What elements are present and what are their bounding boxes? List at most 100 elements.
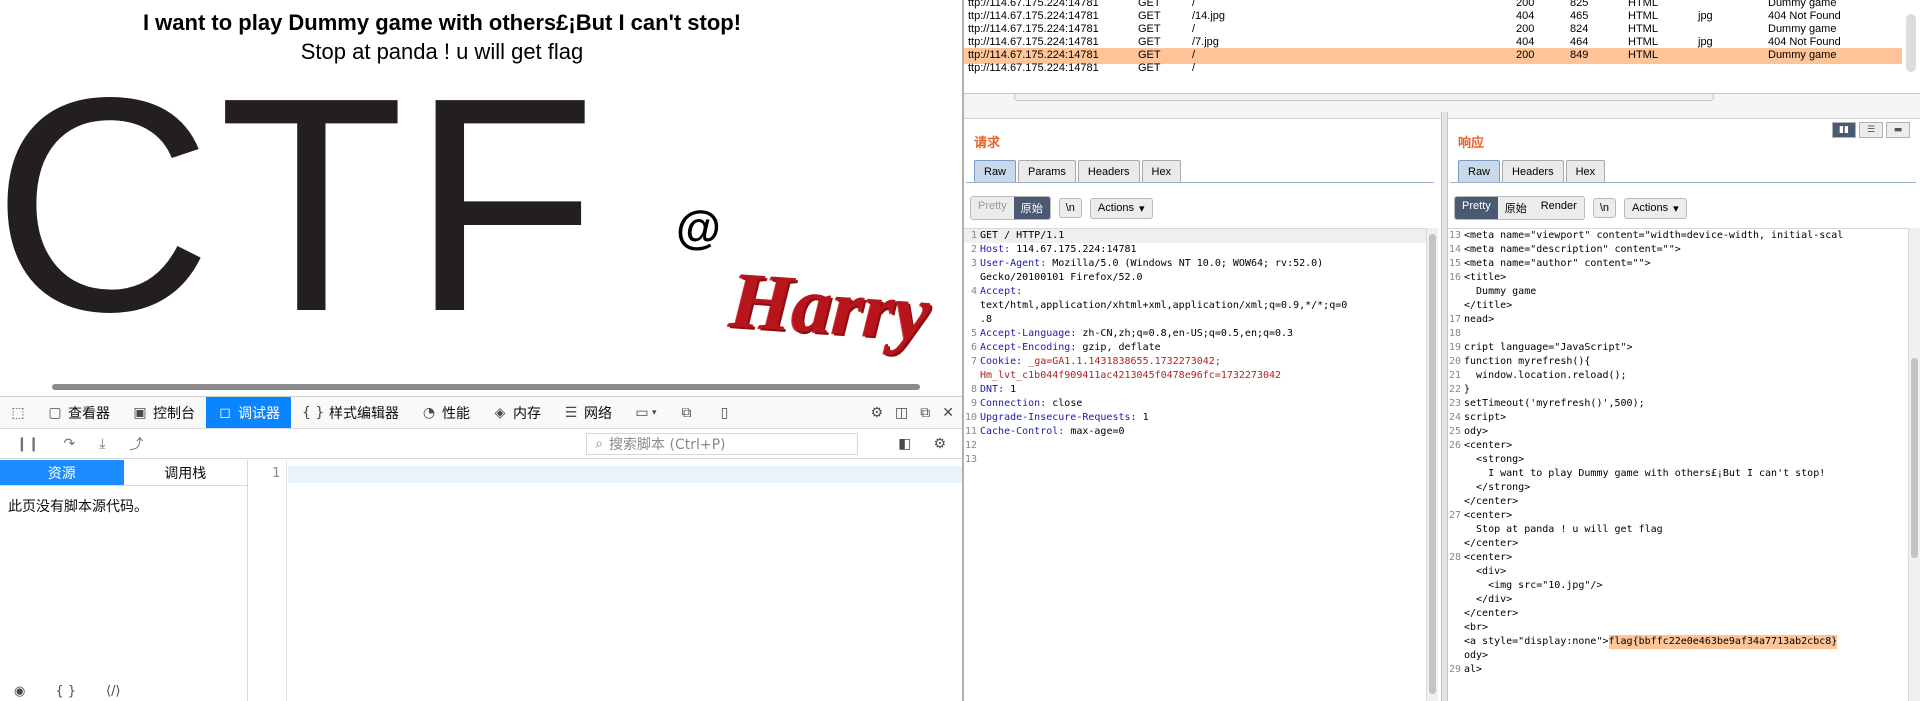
tab-memory[interactable]: ◈ 内存 [481,397,552,428]
tab-label: 性能 [442,405,470,422]
response-tab-underline [1450,182,1916,183]
response-line: ody> [1448,649,1908,663]
request-scroll-thumb[interactable] [1429,234,1436,694]
tab-label: 控制台 [153,405,195,422]
dock-side-icon[interactable]: ◫ [895,405,908,421]
response-line-text: <div> [1464,566,1507,577]
request-tab-headers[interactable]: Headers [1077,160,1140,182]
response-actions-button[interactable]: Actions ▾ [1624,197,1687,219]
request-newline-button[interactable]: \n [1058,198,1082,218]
request-editor[interactable]: 1 GET / HTTP/1.1 2 Host: 114.67.175.224:147… [964,228,1426,701]
sources-footer: ◉ { } ⟨/⟩ [0,681,248,701]
tab-callstack[interactable]: 调用栈 [124,460,248,485]
request-raw-button[interactable]: 原始 [1013,197,1050,219]
header-value: gzip, deflate [1076,342,1161,353]
request-tab-hex[interactable]: Hex [1141,160,1182,182]
response-line: 19 cript language="JavaScript"> [1448,341,1908,355]
script-search-input[interactable]: ⌕ 搜索脚本 (Ctrl+P) [586,432,859,455]
phone-icon: ▯ [720,404,729,421]
response-newline-button[interactable]: \n [1592,198,1616,218]
step-out-icon[interactable]: ⤴ [129,434,143,454]
header-value: .8 [980,314,993,325]
toggle-sidebar-icon[interactable]: ◧ [898,436,911,452]
devtools-tabs: ▢ 查看器 ▣ 控制台 ◻ 调试器 { } 样式编辑器 ◔ 性能 ◈ 内存 ☰ 网络 [36,397,623,428]
response-title: 响应 [1458,136,1485,151]
line-number [964,299,980,313]
response-tab-hex[interactable]: Hex [1565,160,1606,182]
tab-debugger[interactable]: ◻ 调试器 [206,397,291,428]
line-number: 12 [964,440,977,451]
response-raw-button[interactable]: 原始 [1497,197,1534,219]
eye-icon[interactable]: ◉ [14,684,25,699]
line-number: 8 [970,384,977,395]
scratchpad-button[interactable]: ⧉ [668,397,706,428]
request-actions-button[interactable]: Actions ▾ [1089,197,1153,219]
header-name: Cookie [980,356,1017,367]
header-name: Accept [980,286,1017,297]
panel-divider[interactable] [1441,112,1448,701]
response-line: 23 setTimeout('myrefresh()',500); [1448,397,1908,411]
editor-pane[interactable]: 1 [249,460,962,701]
burp-suite-window: ttp://114.67.175.224:14781 GET/200 825 HTML… [962,0,1920,701]
history-cell-status: 404 [1516,36,1535,48]
tab-network[interactable]: ☰ 网络 [552,397,623,428]
page-horizontal-scrollbar[interactable] [52,384,920,390]
response-render-button[interactable]: Render [1533,197,1584,219]
layout-rows-icon[interactable]: ☰ [1859,122,1883,138]
tab-sources[interactable]: 资源 [0,460,124,485]
request-tab-params[interactable]: Params [1018,160,1076,182]
tab-style-editor[interactable]: { } 样式编辑器 [291,397,410,428]
pause-icon[interactable]: ❙❙ [16,436,39,452]
history-row[interactable]: ttp://114.67.175.224:14781 GET / [964,61,1902,77]
layout-single-icon[interactable]: ▬ [1886,122,1910,138]
separate-window-icon[interactable]: ⧉ [920,405,930,421]
request-tabs: Raw Params Headers Hex [974,160,1183,182]
line-number: 19 [1448,342,1461,353]
response-pretty-button[interactable]: Pretty [1455,197,1498,219]
close-icon[interactable]: ✕ [942,405,954,421]
proxy-history-table: ttp://114.67.175.224:14781 GET / 200 825 HTML… [964,0,1920,94]
history-horizontal-scrollbar[interactable] [1014,93,1714,101]
response-line-text: </center> [1464,538,1519,549]
response-tab-headers[interactable]: Headers [1502,160,1564,182]
settings-gear-icon[interactable]: ⚙ [870,405,883,421]
request-tab-raw[interactable]: Raw [974,160,1017,182]
sources-tabs: 资源 调用栈 [0,460,247,486]
history-cell-method: GET [1138,10,1161,22]
request-line-text: Host: 114.67.175.224:14781 [980,244,1137,255]
debugger-settings-icon[interactable]: ⚙ [933,436,946,452]
line-number: 11 [964,426,977,437]
response-line-text: </center> [1464,496,1519,507]
blackbox-icon[interactable]: ⟨/⟩ [106,684,121,699]
response-line: <div> [1448,565,1908,579]
response-line-text: al> [1464,664,1483,675]
element-picker-button[interactable]: ⬚ [0,397,36,428]
tab-console[interactable]: ▣ 控制台 [121,397,206,428]
history-vertical-scrollbar[interactable] [1906,14,1916,72]
request-pretty-button[interactable]: Pretty [971,197,1014,219]
request-line: 2 Host: 114.67.175.224:14781 [964,243,1426,257]
request-scrollbar[interactable] [1426,228,1438,701]
pretty-print-icon[interactable]: { } [55,684,76,699]
response-line-text: </title> [1464,300,1513,311]
history-cell-status: 200 [1516,0,1535,9]
response-scroll-thumb[interactable] [1911,358,1918,558]
response-scrollbar[interactable] [1908,228,1920,701]
tab-label: 调试器 [238,405,280,422]
response-tab-raw[interactable]: Raw [1458,160,1501,182]
step-in-icon[interactable]: ⤓ [99,436,105,452]
phone-button[interactable]: ▯ [706,397,744,428]
page-headline: I want to play Dummy game with others£¡B… [142,10,742,35]
history-cell-method: GET [1138,23,1161,35]
step-over-icon[interactable]: ↷ [63,436,75,452]
layout-split-icon[interactable]: ▮▮ [1832,122,1856,138]
response-editor[interactable]: 13 <meta name="viewport" content="width=d… [1448,228,1908,701]
tab-performance[interactable]: ◔ 性能 [410,397,481,428]
debugger-toolbar: ❙❙ ↷ ⤓ ⤴ ⌕ 搜索脚本 (Ctrl+P) ◧ ⚙ [0,429,962,459]
responsive-design-button[interactable]: ▭ ▾ [623,397,668,428]
tab-inspector[interactable]: ▢ 查看器 [36,397,121,428]
request-line-text: Cache-Control: max-age=0 [980,426,1125,437]
history-cell-mime: HTML [1628,36,1658,48]
header-value: Hm_lvt_c1b044f909411ac4213045f0478e96fc=… [980,370,1282,381]
response-line: 14 <meta name="description" content=""> [1448,243,1908,257]
